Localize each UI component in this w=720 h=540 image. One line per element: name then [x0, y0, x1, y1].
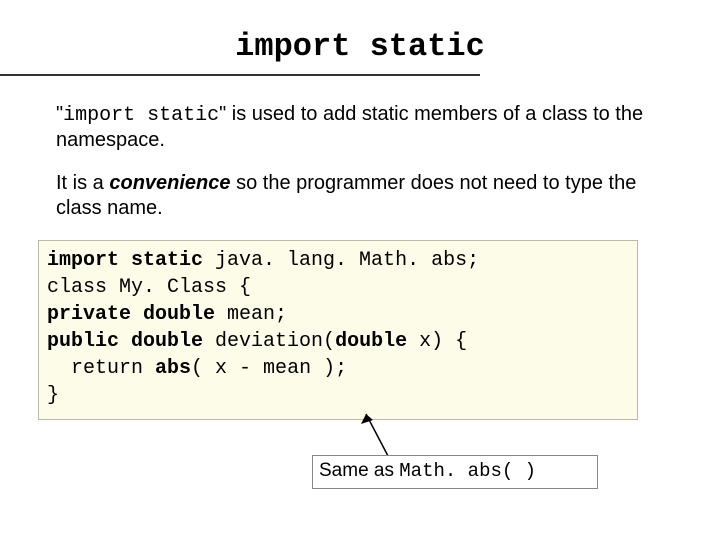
- title-underline: [0, 74, 480, 76]
- code-kw-public-double: public double: [47, 330, 203, 353]
- code-l5-a: return: [47, 357, 155, 380]
- slide: import static "import static" is used to…: [0, 0, 720, 540]
- code-l2: class My. Class {: [47, 276, 251, 299]
- body-content: "import static" is used to add static me…: [56, 102, 680, 221]
- para2-pre: It is a: [56, 172, 109, 194]
- para2-emph: convenience: [109, 172, 230, 194]
- para1-code: import static: [63, 104, 219, 127]
- code-l4-b: deviation(: [203, 330, 335, 353]
- code-kw-private-double: private double: [47, 303, 215, 326]
- callout-box: Same as Math. abs( ): [312, 455, 598, 489]
- code-kw-double-param: double: [335, 330, 407, 353]
- paragraph-1: "import static" is used to add static me…: [56, 102, 680, 153]
- code-block: import static java. lang. Math. abs; cla…: [38, 240, 638, 420]
- code-l5-c: ( x - mean );: [191, 357, 347, 380]
- code-l6: }: [47, 384, 59, 407]
- paragraph-2: It is a convenience so the programmer do…: [56, 171, 680, 221]
- code-kw-import-static: import static: [47, 249, 203, 272]
- code-l3-rest: mean;: [215, 303, 287, 326]
- callout-pre: Same as: [319, 460, 399, 481]
- callout-mono: Math. abs( ): [399, 460, 536, 482]
- slide-title: import static: [0, 0, 720, 73]
- code-kw-abs: abs: [155, 357, 191, 380]
- code-l4-d: x) {: [407, 330, 467, 353]
- code-l1-rest: java. lang. Math. abs;: [203, 249, 479, 272]
